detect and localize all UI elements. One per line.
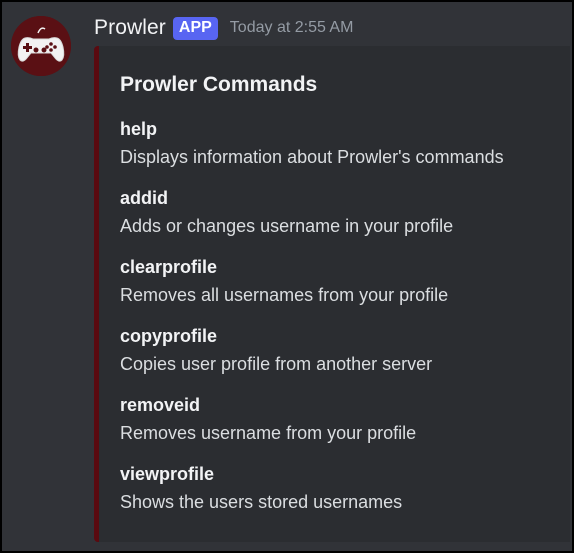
embed-field: clearprofile Removes all usernames from … [120,254,560,323]
message-header: Prowler APP Today at 2:55 AM [94,14,353,42]
field-value: Removes username from your profile [120,423,417,443]
field-value: Removes all usernames from your profile [120,285,449,305]
embed-title: Prowler Commands [120,73,318,96]
embed-field: copyprofile Copies user profile from ano… [120,323,560,392]
field-value: Displays information about Prowler's com… [120,147,504,167]
embed-field: viewprofile Shows the users stored usern… [120,461,560,530]
field-name: removeid [120,395,201,415]
embed-field: help Displays information about Prowler'… [120,116,560,185]
avatar[interactable] [11,16,71,76]
app-badge: APP [172,16,218,40]
field-value: Shows the users stored usernames [120,492,403,512]
field-name: clearprofile [120,257,218,277]
gamepad-icon [11,16,71,76]
embed-field: removeid Removes username from your prof… [120,392,560,461]
field-name: copyprofile [120,326,218,346]
field-name: help [120,119,158,139]
embed-fields: help Displays information about Prowler'… [120,116,560,530]
username[interactable]: Prowler [94,16,166,40]
field-name: addid [120,188,168,208]
embed: Prowler Commands help Displays informati… [94,46,570,542]
field-value: Copies user profile from another server [120,354,433,374]
embed-field: addid Adds or changes username in your p… [120,185,560,254]
message-frame: Prowler APP Today at 2:55 AM Prowler Com… [2,2,572,551]
field-value: Adds or changes username in your profile [120,216,454,236]
timestamp[interactable]: Today at 2:55 AM [230,19,354,37]
field-name: viewprofile [120,464,215,484]
